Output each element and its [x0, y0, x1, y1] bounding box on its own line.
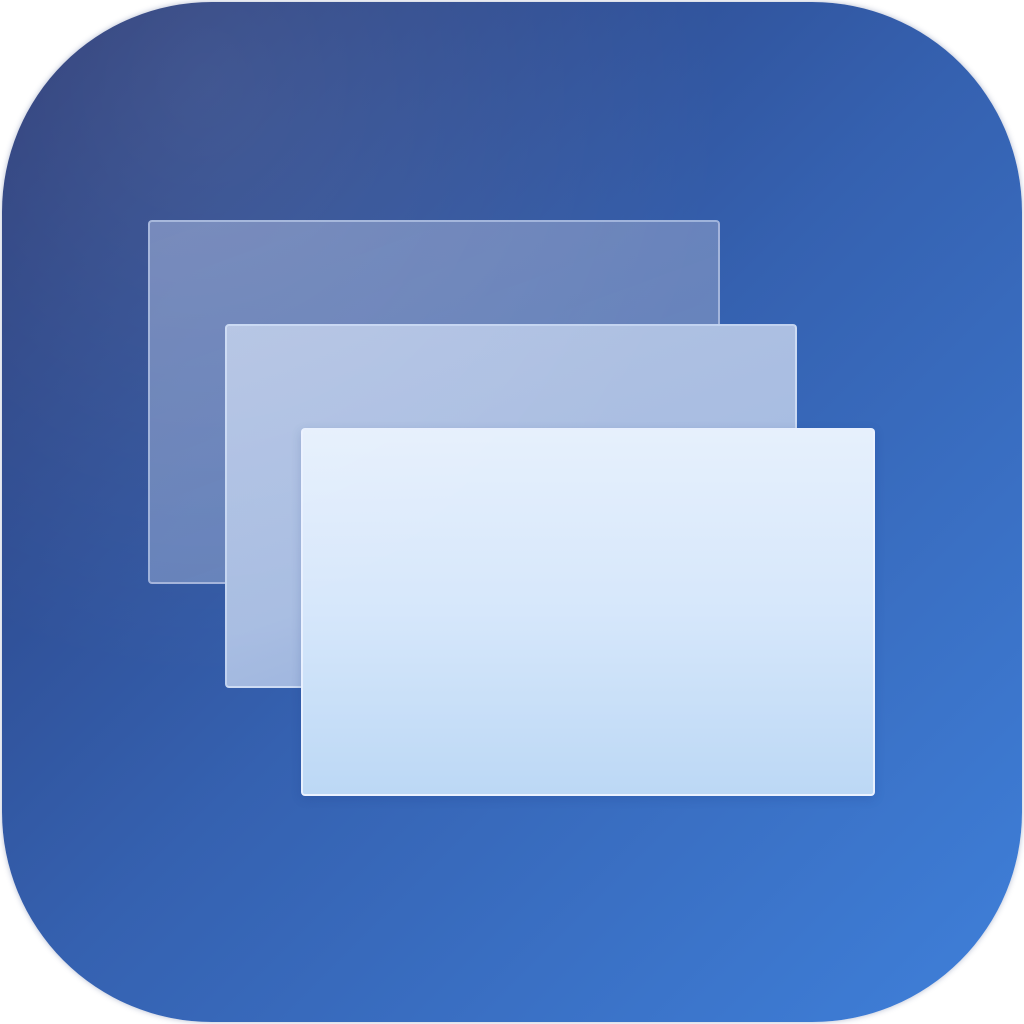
app-icon[interactable] — [2, 2, 1022, 1022]
front-window-pane — [301, 428, 875, 796]
canvas — [0, 0, 1024, 1024]
